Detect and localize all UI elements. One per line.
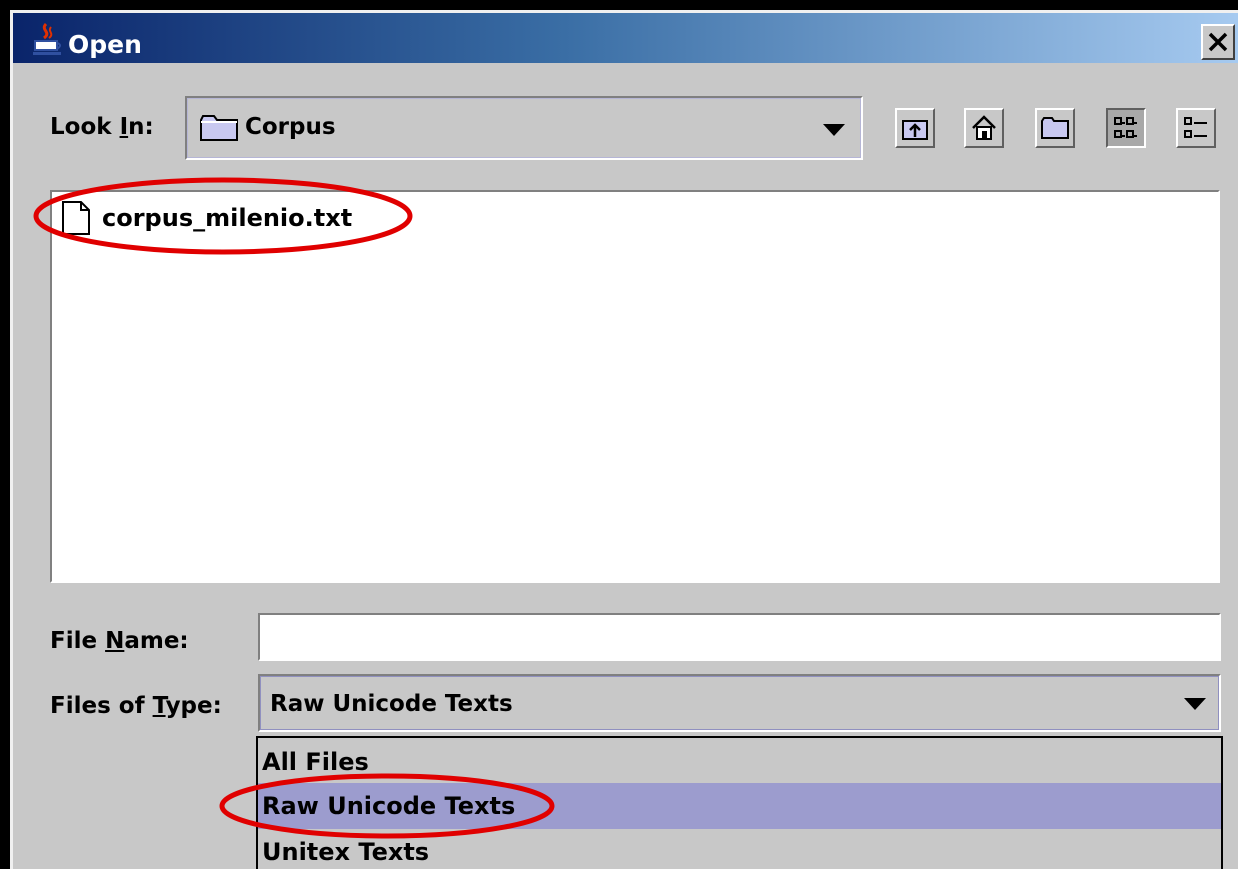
list-view-icon xyxy=(1114,117,1137,138)
file-name-label: File Name: xyxy=(50,628,189,654)
list-view-button[interactable] xyxy=(1106,108,1146,148)
files-of-type-combo[interactable]: Raw Unicode Texts xyxy=(258,674,1221,732)
files-of-type-value: Raw Unicode Texts xyxy=(270,691,513,717)
new-folder-icon xyxy=(1041,117,1069,139)
close-button[interactable] xyxy=(1201,24,1235,60)
chevron-down-icon xyxy=(823,124,845,136)
look-in-value: Corpus xyxy=(245,114,336,140)
file-name-input[interactable] xyxy=(258,613,1221,661)
chevron-down-icon xyxy=(1184,698,1206,710)
files-of-type-label: Files of Type: xyxy=(50,693,222,719)
details-view-button[interactable] xyxy=(1176,108,1216,148)
up-one-level-icon xyxy=(902,120,928,140)
look-in-combo[interactable]: Corpus xyxy=(185,96,863,160)
new-folder-button[interactable] xyxy=(1035,108,1075,148)
java-icon xyxy=(33,22,61,55)
look-in-label: Look In: xyxy=(50,114,154,140)
dialog-title: Open xyxy=(68,30,142,59)
details-view-icon xyxy=(1184,117,1207,138)
home-button[interactable] xyxy=(964,108,1004,148)
up-one-level-button[interactable] xyxy=(895,108,935,148)
close-icon xyxy=(1208,32,1228,52)
highlight-ellipse xyxy=(219,773,555,839)
title-bar[interactable] xyxy=(13,13,1238,63)
folder-icon xyxy=(200,115,238,141)
home-icon xyxy=(972,115,996,140)
highlight-ellipse xyxy=(33,177,413,255)
